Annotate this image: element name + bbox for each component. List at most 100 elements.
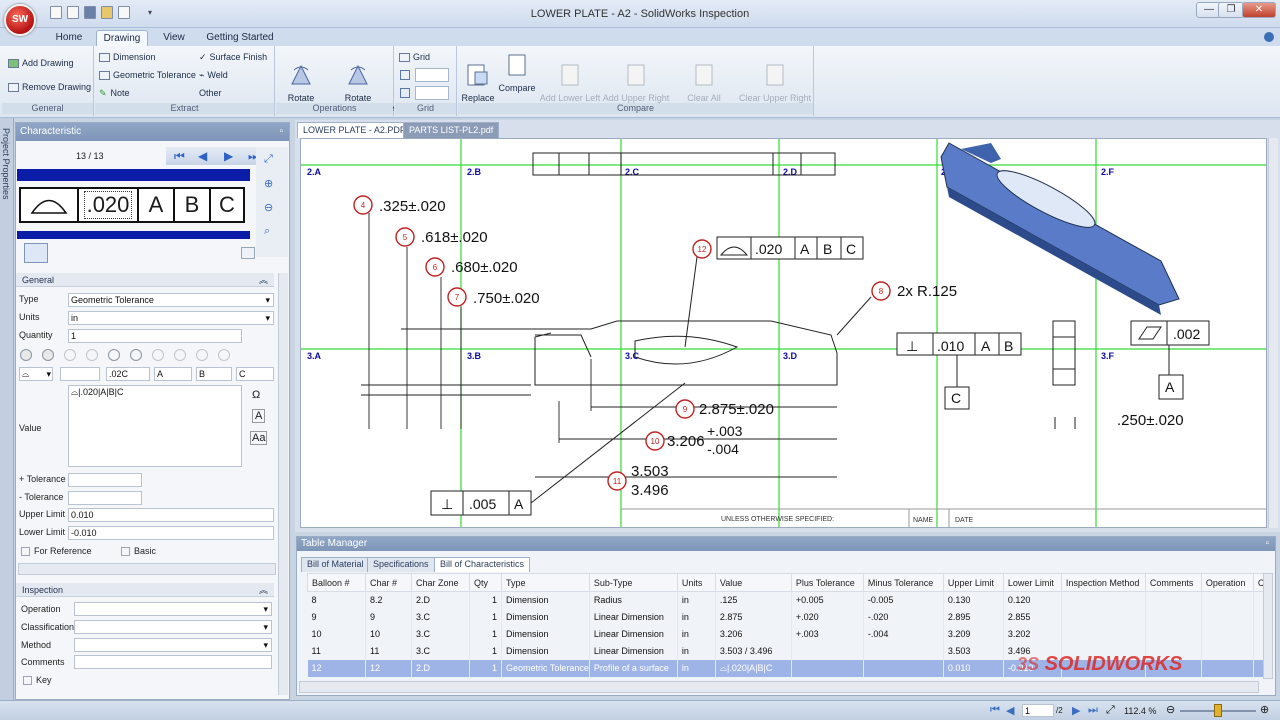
balloon-11[interactable]: 11 3.503 3.496 <box>607 463 669 499</box>
folder-icon[interactable] <box>101 6 113 19</box>
balloon-7[interactable]: 7 .750±.020 <box>447 287 540 307</box>
tab-home[interactable]: Home <box>50 30 88 47</box>
gdt-symbol-icon[interactable] <box>218 349 230 361</box>
column-header[interactable]: Sub-Type <box>588 573 678 592</box>
app-logo[interactable]: SW <box>4 4 36 36</box>
basic-checkbox[interactable]: Basic <box>121 546 156 557</box>
first-icon[interactable]: ⏮ <box>174 149 188 163</box>
balloon-10[interactable]: 10 3.206 +.003 -.004 <box>645 423 743 457</box>
modifier-input[interactable] <box>60 367 100 381</box>
operation-select[interactable]: ▾ <box>74 602 272 616</box>
first-page-icon[interactable]: ⏮ <box>990 704 1000 717</box>
tab-getting-started[interactable]: Getting Started <box>202 30 278 47</box>
datum-a-input[interactable]: A <box>154 367 192 381</box>
zoom-in-icon[interactable]: ⊕ <box>264 177 273 190</box>
for-reference-checkbox[interactable]: For Reference <box>21 546 92 557</box>
column-header[interactable]: Value <box>714 573 792 592</box>
column-header[interactable]: Qty <box>469 573 502 592</box>
column-header[interactable]: Balloon # <box>307 573 366 592</box>
balloon-5[interactable]: 5 .618±.020 <box>395 227 488 247</box>
symbol-select[interactable]: ⌓ ▾ <box>19 367 53 381</box>
column-header[interactable]: Type <box>501 573 590 592</box>
pin-icon[interactable]: ▫ <box>1265 537 1269 551</box>
grid-button[interactable]: Grid <box>399 52 430 63</box>
print-icon[interactable] <box>118 6 130 19</box>
maximize-button[interactable]: ❐ <box>1218 2 1244 18</box>
column-header[interactable]: Char # <box>365 573 412 592</box>
column-header[interactable]: Upper Limit <box>942 573 1004 592</box>
type-select[interactable]: Geometric Tolerance ▾ <box>68 293 274 307</box>
gdt-symbol-icon[interactable] <box>130 349 142 361</box>
units-select[interactable]: in ▾ <box>68 311 274 325</box>
note-button[interactable]: ✎ Note <box>99 88 130 99</box>
add-drawing-button[interactable]: Add Drawing <box>8 58 74 69</box>
table-row[interactable]: 10 10 3.C 1 Dimension Linear Dimension in 3.206… <box>307 625 1266 643</box>
dim-250[interactable]: .250±.020 <box>1117 412 1184 429</box>
collapse-icon[interactable]: ︽ <box>259 583 268 597</box>
drawing-vertical-scrollbar[interactable] <box>1268 138 1278 528</box>
fcf-tol-input[interactable]: .02C <box>106 367 150 381</box>
key-checkbox[interactable]: Key <box>23 675 52 686</box>
balloon-9[interactable]: 9 2.875±.020 <box>675 399 774 419</box>
close-button[interactable]: ✕ <box>1242 2 1276 18</box>
tab-view[interactable]: View <box>156 30 192 47</box>
method-select[interactable]: ▾ <box>74 638 272 652</box>
table-row[interactable]: 8 8.2 2.D 1 Dimension Radius in .125 +0.005 -0.00… <box>307 591 1266 609</box>
balloon-12[interactable]: 12 <box>684 239 712 348</box>
page-input[interactable]: 1 <box>1022 704 1054 717</box>
tab-bill-of-characteristics[interactable]: Bill of Characteristics <box>434 557 531 572</box>
general-section-header[interactable]: General ︽ <box>16 273 274 287</box>
qat-dropdown-icon[interactable]: ▾ <box>148 8 152 17</box>
text-aa-icon[interactable]: Aa <box>250 431 268 445</box>
doc-tab-lower-plate[interactable]: LOWER PLATE - A2.PDF <box>297 122 412 138</box>
value-textarea[interactable]: ⌓|.020|A|B|C <box>68 385 242 467</box>
next-icon[interactable]: ▶ <box>224 149 238 163</box>
prev-icon[interactable]: ◀ <box>198 149 212 163</box>
gdt-symbol-icon[interactable] <box>20 349 32 361</box>
zoom-slider-thumb[interactable] <box>1214 704 1222 717</box>
column-header[interactable]: Plus Tolerance <box>790 573 864 592</box>
column-header[interactable]: Units <box>676 573 716 592</box>
geometric-tolerance-button[interactable]: Geometric Tolerance <box>99 70 196 81</box>
gdt-symbol-icon[interactable] <box>152 349 164 361</box>
collapse-icon[interactable]: ︽ <box>259 273 268 287</box>
column-header[interactable]: Operation <box>1200 573 1254 592</box>
clear-image-button[interactable] <box>241 247 255 259</box>
doc-tab-parts-list[interactable]: PARTS LIST-PL2.pdf <box>403 122 500 138</box>
gdt-symbol-icon[interactable] <box>86 349 98 361</box>
next-page-icon[interactable]: ▶ <box>1072 704 1080 717</box>
horizontal-scrollbar[interactable] <box>18 563 276 575</box>
datum-c-input[interactable]: C <box>236 367 274 381</box>
tab-drawing[interactable]: Drawing <box>96 30 148 47</box>
surface-finish-button[interactable]: ✓ Surface Finish <box>199 52 267 63</box>
fcf-12[interactable]: .020 A B C <box>716 236 864 260</box>
minus-tolerance-input[interactable] <box>68 491 142 505</box>
dimension-button[interactable]: Dimension <box>99 52 156 63</box>
lower-limit-input[interactable]: -0.010 <box>68 526 274 540</box>
comments-input[interactable] <box>74 655 272 669</box>
plus-tolerance-input[interactable] <box>68 473 142 487</box>
table-row[interactable]: 9 9 3.C 1 Dimension Linear Dimension in 2.875 +.… <box>307 608 1266 626</box>
remove-drawing-button[interactable]: Remove Drawing <box>8 82 91 93</box>
grid-cols-select[interactable] <box>415 68 449 82</box>
drawing-canvas[interactable]: 2.A 2.B 2.C 2.D 2.E 2.F 3.A 3.B 3.C 3.D … <box>300 138 1267 528</box>
last-page-icon[interactable]: ⏭ <box>1088 704 1098 717</box>
table-horizontal-scrollbar[interactable] <box>299 681 1259 693</box>
compare-button[interactable]: Compare <box>496 52 538 93</box>
datum-b-input[interactable]: B <box>196 367 232 381</box>
column-header[interactable]: Comments <box>1144 573 1202 592</box>
table-vertical-scrollbar[interactable] <box>1263 573 1273 679</box>
gdt-symbol-icon[interactable] <box>108 349 120 361</box>
column-header[interactable]: Minus Tolerance <box>862 573 944 592</box>
classification-select[interactable]: ▾ <box>74 620 272 634</box>
omega-icon[interactable]: Ω <box>252 389 260 401</box>
balloon-8[interactable]: 8 2x R.125 <box>836 281 957 336</box>
fcf-perpendicularity[interactable]: ⊥ .010 A B <box>896 332 1022 356</box>
balloon-6[interactable]: 6 .680±.020 <box>425 257 518 277</box>
grid-rows-select[interactable] <box>415 86 449 100</box>
save-icon[interactable] <box>84 6 96 19</box>
capture-image-button[interactable] <box>24 243 48 263</box>
zoom-in-icon[interactable]: ⊕ <box>1260 703 1269 716</box>
zoom-window-icon[interactable]: ⌕ <box>264 225 270 238</box>
column-header[interactable]: Char Zone <box>411 573 470 592</box>
